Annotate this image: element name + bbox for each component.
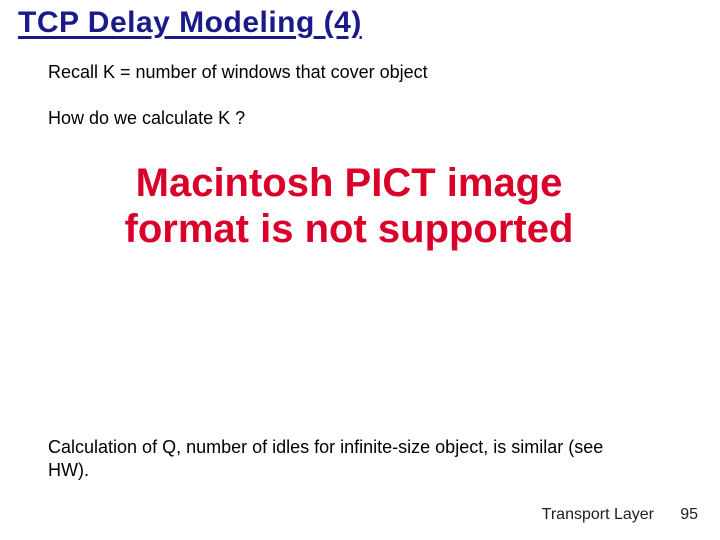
slide-title: TCP Delay Modeling (4) — [18, 6, 362, 40]
slide: TCP Delay Modeling (4) Recall K = number… — [0, 0, 720, 540]
calculation-note: Calculation of Q, number of idles for in… — [48, 436, 648, 483]
recall-text: Recall K = number of windows that cover … — [48, 62, 428, 83]
footer-section-label: Transport Layer — [542, 506, 654, 524]
question-text: How do we calculate K ? — [48, 108, 245, 129]
footer-page-number: 95 — [680, 506, 698, 524]
pict-error-placeholder: Macintosh PICT image format is not suppo… — [119, 160, 579, 252]
